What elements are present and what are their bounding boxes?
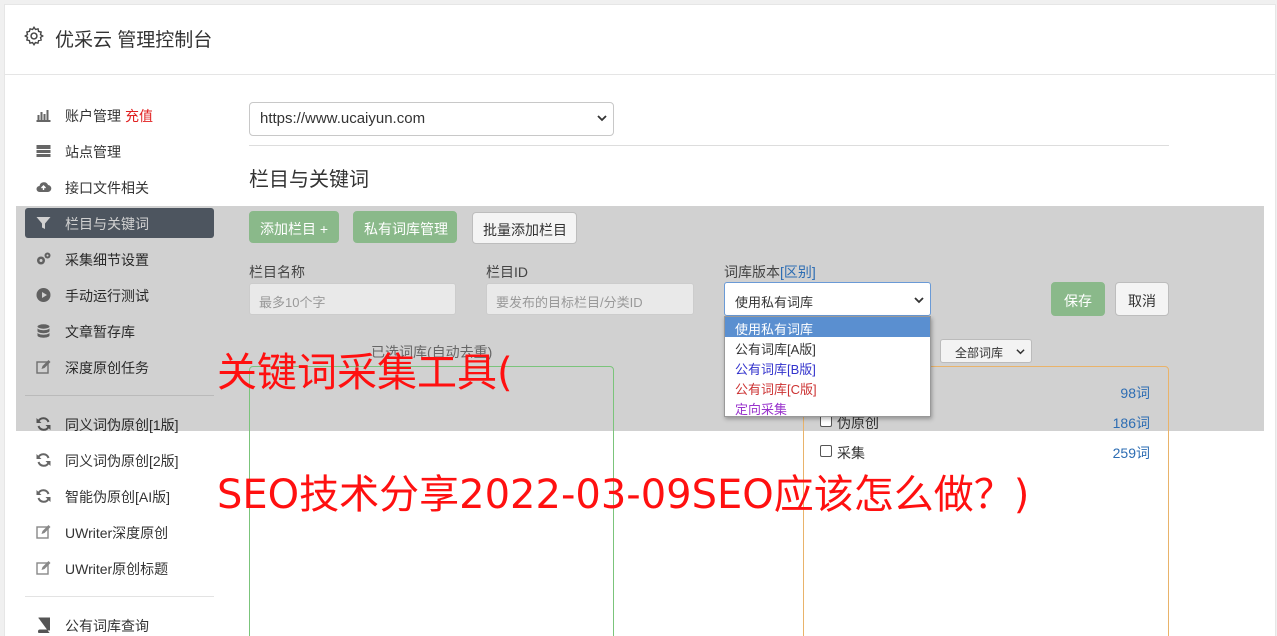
site-select-value: https://www.ucaiyun.com <box>260 110 426 127</box>
dropdown-option[interactable]: 公有词库[C版] <box>725 377 930 397</box>
lib-count: 186词 <box>1112 415 1150 431</box>
column-name-input[interactable]: 最多10个字 <box>249 283 456 315</box>
edit-icon <box>36 525 51 539</box>
save-button[interactable]: 保存 <box>1051 282 1105 316</box>
sidebar-item-label: 账户管理 <box>65 108 121 124</box>
column-id-input[interactable]: 要发布的目标栏目/分类ID <box>486 283 694 315</box>
edit-icon <box>36 561 51 575</box>
add-column-button[interactable]: 添加栏目 + <box>249 211 339 243</box>
sidebar-item-public-lib[interactable]: 公有词库查询 <box>25 610 214 636</box>
sidebar-item-account[interactable]: 账户管理 充值 <box>25 100 214 130</box>
lib-diff-link[interactable]: [区别] <box>780 264 816 280</box>
gear-icon <box>24 26 44 46</box>
header: 优采云 管理控制台 <box>5 5 1275 75</box>
bar-chart-icon <box>36 110 51 122</box>
lib-name: 采集 <box>837 445 865 461</box>
column-name-label: 栏目名称 <box>249 264 305 280</box>
checkbox[interactable] <box>820 445 832 457</box>
divider <box>249 145 1169 146</box>
page: 优采云 管理控制台 账户管理 充值 站点管理 接口文件相关 栏目与关键词 采集细节… <box>4 4 1276 636</box>
lib-version-label: 词库版本[区别] <box>724 264 816 280</box>
lib-version-value: 使用私有词库 <box>735 295 814 310</box>
dropdown-option[interactable]: 公有词库[B版] <box>725 357 930 377</box>
cloud-upload-icon <box>36 182 52 193</box>
overlay-caption-line1: 关键词采集工具( <box>217 350 513 396</box>
server-icon <box>36 145 51 157</box>
lib-list-item[interactable]: 采集 259词 <box>820 442 1150 462</box>
dropdown-option[interactable]: 使用私有词库 <box>725 317 930 337</box>
sidebar-item-label: 同义词伪原创[2版] <box>65 453 179 469</box>
sidebar-item-uwriter-title[interactable]: UWriter原创标题 <box>25 553 214 583</box>
sidebar-divider <box>25 596 214 597</box>
batch-add-button[interactable]: 批量添加栏目 <box>472 212 577 244</box>
private-lib-button[interactable]: 私有词库管理 <box>353 211 457 243</box>
book-icon <box>38 617 50 633</box>
all-libraries-value: 全部词库 <box>955 346 1004 360</box>
sidebar-item-label: 公有词库查询 <box>65 618 149 634</box>
dropdown-option[interactable]: 公有词库[A版] <box>725 337 930 357</box>
lib-count: 259词 <box>1112 445 1150 461</box>
sidebar-item-ai-rewrite[interactable]: 智能伪原创[AI版] <box>25 481 214 511</box>
page-title: 优采云 管理控制台 <box>55 30 213 51</box>
sidebar-item-label: UWriter深度原创 <box>65 525 169 541</box>
lib-version-select[interactable]: 使用私有词库 <box>724 282 931 316</box>
chevron-down-icon <box>597 115 607 122</box>
sidebar-item-uwriter-deep[interactable]: UWriter深度原创 <box>25 517 214 547</box>
sidebar-item-synonym-v2[interactable]: 同义词伪原创[2版] <box>25 445 214 475</box>
sidebar-item-sites[interactable]: 站点管理 <box>25 136 214 166</box>
column-id-label: 栏目ID <box>486 264 528 280</box>
all-libraries-select[interactable]: 全部词库 <box>940 339 1032 363</box>
overlay-caption-line2: SEO技术分享2022-03-09SEO应该怎么做？) <box>217 472 1030 518</box>
recharge-link[interactable]: 充值 <box>125 108 153 124</box>
section-title: 栏目与关键词 <box>249 169 369 191</box>
chevron-down-icon <box>914 297 924 304</box>
sidebar-item-label: 站点管理 <box>65 144 121 160</box>
refresh-icon <box>36 453 51 467</box>
lib-version-dropdown: 使用私有词库 公有词库[A版] 公有词库[B版] 公有词库[C版] 定向采集 <box>724 316 931 417</box>
site-select[interactable]: https://www.ucaiyun.com <box>249 102 614 136</box>
sidebar-item-label: UWriter原创标题 <box>65 561 169 577</box>
lib-count: 98词 <box>1120 385 1150 401</box>
sidebar-item-label: 智能伪原创[AI版] <box>65 489 171 505</box>
dropdown-option[interactable]: 定向采集 <box>725 397 930 417</box>
refresh-icon <box>36 489 51 503</box>
sidebar-item-label: 接口文件相关 <box>65 180 149 196</box>
cancel-button[interactable]: 取消 <box>1115 282 1169 316</box>
chevron-down-icon <box>1016 349 1025 355</box>
sidebar-item-interface[interactable]: 接口文件相关 <box>25 172 214 202</box>
